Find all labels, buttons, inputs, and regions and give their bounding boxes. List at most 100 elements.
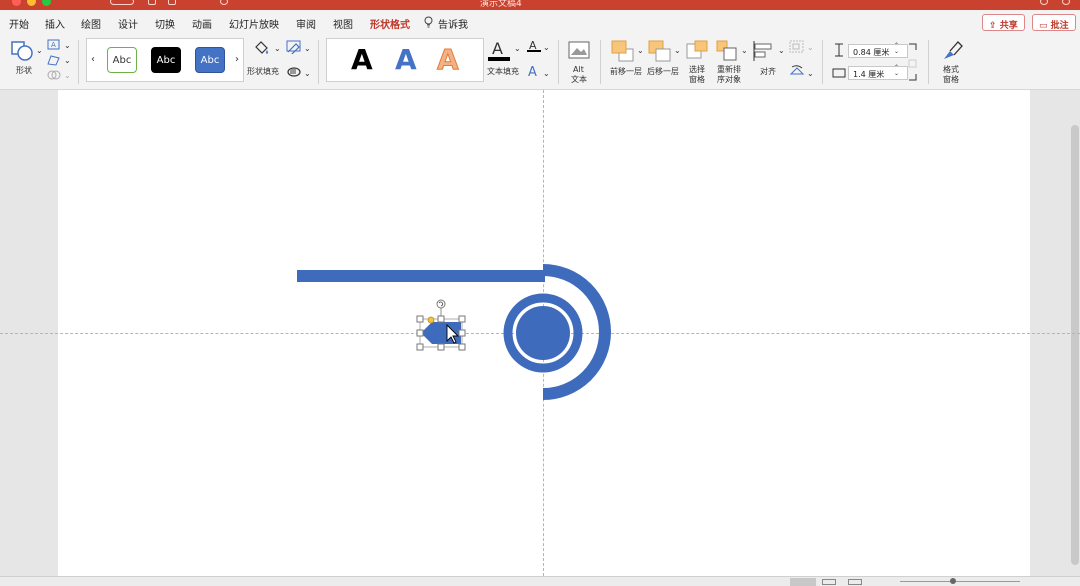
- wordart-sample-black[interactable]: A: [351, 45, 373, 75]
- vertical-scrollbar[interactable]: [1071, 125, 1079, 565]
- edit-shape-dropdown-icon[interactable]: ⌄: [64, 56, 71, 65]
- minimize-window-button[interactable]: [27, 0, 36, 6]
- width-stepper-icon[interactable]: ⌃ ⌄: [894, 65, 899, 77]
- comments-button[interactable]: ▭ 批注: [1032, 14, 1076, 31]
- format-pane-label-line1[interactable]: 格式: [943, 65, 959, 74]
- wordart-sample-orange[interactable]: A: [437, 44, 460, 75]
- tab-draw[interactable]: 绘图: [81, 16, 101, 31]
- svg-text:A: A: [528, 65, 537, 78]
- slide-sorter-button[interactable]: [822, 579, 836, 585]
- zoom-slider-thumb[interactable]: [950, 578, 956, 584]
- text-outline-icon[interactable]: A: [526, 39, 542, 53]
- zoom-slider[interactable]: [900, 581, 1020, 582]
- reading-view-button[interactable]: [848, 579, 862, 585]
- text-fill-label[interactable]: 文本填充: [487, 67, 519, 76]
- paint-bucket-icon[interactable]: [252, 39, 270, 57]
- style-sample-outline[interactable]: Abc: [107, 47, 137, 73]
- merge-shapes-icon[interactable]: [47, 69, 61, 81]
- ribbon-separator: [318, 40, 319, 84]
- gallery-next-icon[interactable]: ›: [235, 55, 239, 65]
- text-outline-dropdown-icon[interactable]: ⌄: [543, 43, 550, 52]
- style-sample-black[interactable]: Abc: [151, 47, 181, 73]
- tab-slideshow[interactable]: 幻灯片放映: [229, 16, 279, 31]
- search-icon[interactable]: [1040, 0, 1048, 5]
- align-label[interactable]: 对齐: [760, 67, 776, 76]
- align-icon[interactable]: [752, 40, 776, 62]
- wordart-sample-blue[interactable]: A: [395, 45, 417, 75]
- shape-label[interactable]: 形状: [16, 66, 32, 75]
- share-button[interactable]: ⇪ 共享: [982, 14, 1025, 31]
- maximize-window-button[interactable]: [42, 0, 51, 6]
- gallery-prev-icon[interactable]: ‹: [91, 55, 95, 65]
- svg-text:A: A: [492, 39, 503, 58]
- shape-effects-dropdown-icon[interactable]: ⌄: [304, 69, 311, 78]
- normal-view-button[interactable]: [790, 578, 816, 586]
- redo-icon[interactable]: [220, 0, 228, 5]
- ribbon: 形状 ⌄ A ⌄ ⌄ ⌄ ‹ Abc Abc Abc › ⌄ 形状填充 ⌄ ⌄ …: [0, 34, 1080, 90]
- comment-label: 批注: [1050, 21, 1069, 31]
- account-icon[interactable]: [1062, 0, 1070, 5]
- edit-shape-icon[interactable]: [47, 54, 61, 66]
- tab-transitions[interactable]: 切换: [155, 16, 175, 31]
- autosave-icon[interactable]: [110, 0, 134, 5]
- text-effects-dropdown-icon[interactable]: ⌄: [543, 69, 550, 78]
- group-icon[interactable]: [789, 40, 805, 54]
- save-icon[interactable]: [168, 0, 176, 5]
- bring-forward-icon[interactable]: [611, 40, 635, 62]
- shape-fill-dropdown-icon[interactable]: ⌄: [274, 44, 281, 53]
- menu-bar: 开始 插入 绘图 设计 切换 动画 幻灯片放映 审阅 视图 形状格式 告诉我 ⇪…: [0, 10, 1080, 41]
- shape-effects-icon[interactable]: [286, 65, 302, 79]
- format-pane-icon[interactable]: [940, 39, 964, 63]
- text-box-icon[interactable]: A: [47, 39, 61, 51]
- alt-text-label-line1[interactable]: Alt: [573, 65, 584, 74]
- bring-forward-label[interactable]: 前移一层: [610, 67, 642, 76]
- format-pane-label-line2[interactable]: 窗格: [943, 75, 959, 84]
- tell-me-search[interactable]: 告诉我: [438, 16, 468, 31]
- tab-shape-format[interactable]: 形状格式: [370, 16, 410, 31]
- shape-fill-label[interactable]: 形状填充: [247, 67, 279, 76]
- tab-home[interactable]: 开始: [9, 16, 29, 31]
- shape-height-icon: [835, 43, 843, 57]
- text-fill-icon[interactable]: A: [487, 38, 511, 62]
- customize-icon[interactable]: [240, 0, 248, 5]
- text-box-dropdown-icon[interactable]: ⌄: [64, 41, 71, 50]
- tab-design[interactable]: 设计: [118, 16, 138, 31]
- shape-outline-icon[interactable]: [286, 40, 302, 54]
- lock-aspect-ratio-icon[interactable]: [908, 42, 918, 82]
- selection-pane-icon[interactable]: [686, 40, 710, 62]
- send-backward-dropdown-icon[interactable]: ⌄: [674, 46, 681, 55]
- home-icon[interactable]: [148, 0, 156, 5]
- tab-view[interactable]: 视图: [333, 16, 353, 31]
- text-effects-icon[interactable]: A: [526, 64, 542, 78]
- tab-review[interactable]: 审阅: [296, 16, 316, 31]
- horizontal-smart-guide: [0, 333, 1080, 334]
- shape-outline-dropdown-icon[interactable]: ⌄: [304, 44, 311, 53]
- align-dropdown-icon[interactable]: ⌄: [778, 46, 785, 55]
- undo-icon[interactable]: [190, 0, 198, 5]
- bring-forward-dropdown-icon[interactable]: ⌄: [637, 46, 644, 55]
- reorder-dropdown-icon[interactable]: ⌄: [741, 46, 748, 55]
- reorder-label-line2[interactable]: 序对象: [717, 75, 741, 84]
- send-backward-label[interactable]: 后移一层: [647, 67, 679, 76]
- reorder-objects-icon[interactable]: [716, 40, 740, 62]
- alt-text-icon[interactable]: [568, 40, 590, 60]
- selection-pane-label-line2[interactable]: 窗格: [689, 75, 705, 84]
- comment-icon: ▭: [1039, 21, 1051, 31]
- close-window-button[interactable]: [12, 0, 21, 6]
- svg-text:A: A: [51, 41, 56, 49]
- tab-animations[interactable]: 动画: [192, 16, 212, 31]
- shape-dropdown-icon[interactable]: ⌄: [36, 46, 43, 55]
- reorder-label-line1[interactable]: 重新排: [717, 65, 741, 74]
- merge-shapes-dropdown-icon[interactable]: ⌄: [64, 71, 71, 80]
- height-stepper-icon[interactable]: ⌃ ⌄: [894, 43, 899, 55]
- selection-pane-label-line1[interactable]: 选择: [689, 65, 705, 74]
- tab-insert[interactable]: 插入: [45, 16, 65, 31]
- alt-text-label-line2[interactable]: 文本: [571, 75, 587, 84]
- style-sample-blue[interactable]: Abc: [195, 47, 225, 73]
- group-dropdown-icon[interactable]: ⌄: [807, 43, 814, 52]
- text-fill-dropdown-icon[interactable]: ⌄: [514, 44, 521, 53]
- rotate-dropdown-icon[interactable]: ⌄: [807, 69, 814, 78]
- rotate-icon[interactable]: [789, 64, 805, 78]
- send-backward-icon[interactable]: [648, 40, 672, 62]
- shape-icon[interactable]: [10, 40, 34, 62]
